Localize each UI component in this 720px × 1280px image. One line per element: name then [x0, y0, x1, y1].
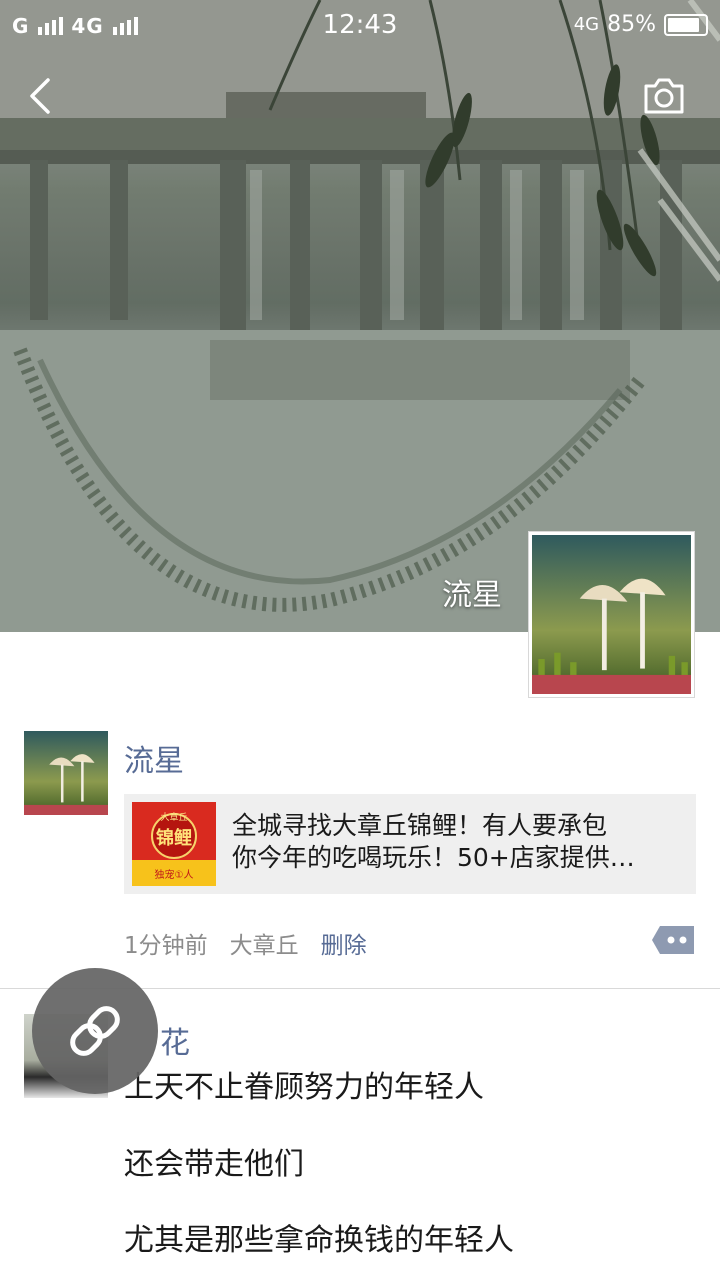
poster-main-text: 锦鲤 [156, 827, 192, 849]
post2-author-name[interactable]: 花 [160, 1018, 190, 1062]
floating-link-button[interactable] [32, 968, 158, 1094]
post2-text-line-2: 还会带走他们 [124, 1147, 304, 1182]
mushroom-avatar-image [532, 535, 691, 694]
post-author-name[interactable]: 流星 [124, 736, 184, 780]
camera-button[interactable] [640, 74, 688, 118]
moments-page: G 4G 12:43 4G 85% 流星 流星 大章丘 锦鲤 独宠①人 全城寻找… [0, 0, 720, 1280]
back-button[interactable] [20, 74, 64, 118]
cover-username: 流星 [442, 578, 502, 613]
comment-dots-icon [652, 926, 694, 954]
status-right: 4G 85% [574, 12, 708, 37]
link-title-line-2: 你今年的吃喝玩乐！50+店家提供… [232, 843, 635, 872]
battery-icon [664, 13, 708, 36]
comment-button[interactable] [650, 924, 696, 956]
delete-link[interactable]: 删除 [321, 926, 367, 960]
poster-top-text: 大章丘 [160, 811, 187, 823]
link-title-line-1: 全城寻找大章丘锦鲤！有人要承包 [232, 811, 608, 840]
status-bar: G 4G 12:43 4G 85% [0, 0, 720, 52]
network-badge: 4G [573, 14, 600, 35]
post-author-avatar[interactable] [24, 731, 108, 815]
post-location[interactable]: 大章丘 [230, 926, 299, 960]
chevron-left-icon [30, 78, 50, 114]
koi-poster-image: 大章丘 锦鲤 独宠①人 [132, 802, 216, 886]
post-meta: 1分钟前 大章丘 删除 [124, 926, 367, 960]
battery-percent: 85% [607, 12, 656, 37]
link-icon [70, 1006, 120, 1056]
camera-icon [644, 78, 684, 114]
post2-text-line-1: 上天不止眷顾努力的年轻人 [124, 1070, 484, 1105]
post2-text-line-3: 尤其是那些拿命换钱的年轻人 [124, 1223, 514, 1258]
mushroom-avatar-image [24, 731, 108, 815]
shared-link-card[interactable]: 大章丘 锦鲤 独宠①人 全城寻找大章丘锦鲤！有人要承包 你今年的吃喝玩乐！50+… [124, 794, 696, 894]
post-time: 1分钟前 [124, 933, 208, 959]
poster-bottom-text: 独宠①人 [155, 868, 194, 881]
profile-avatar[interactable] [528, 531, 695, 698]
link-title: 全城寻找大章丘锦鲤！有人要承包 你今年的吃喝玩乐！50+店家提供… [232, 810, 684, 874]
link-thumbnail: 大章丘 锦鲤 独宠①人 [132, 802, 216, 886]
